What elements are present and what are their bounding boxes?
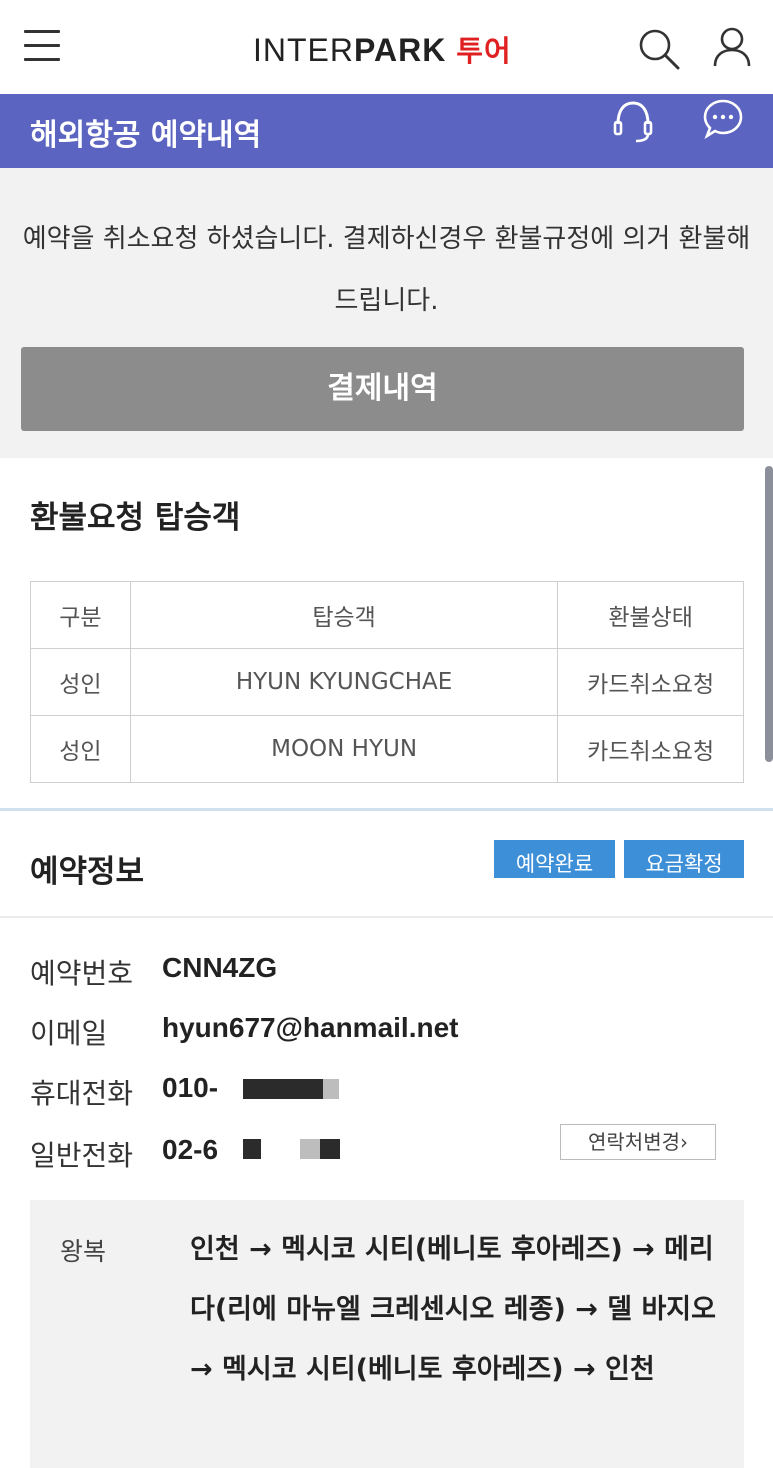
fare-confirmed-badge[interactable]: 요금확정	[624, 840, 744, 878]
mobile-phone-label: 휴대전화	[30, 1077, 134, 1110]
reservation-info-title: 예약정보	[30, 854, 145, 890]
reservation-number-value: CNN4ZG	[162, 952, 278, 983]
table-header-row: 구분 탑승객 환불상태	[30, 581, 744, 649]
logo-text-park: PARK	[354, 32, 447, 68]
section-divider	[0, 916, 773, 918]
refund-passenger-table: 구분 탑승객 환불상태 성인 HYUN KYUNGCHAE 카드취소요청 성인 …	[30, 581, 744, 783]
column-header-passenger: 탑승객	[129, 581, 559, 649]
email-label: 이메일	[30, 1017, 108, 1050]
top-app-bar: INTERPARK 투어	[0, 0, 773, 94]
logo-text-tour: 투어	[456, 34, 512, 68]
search-icon[interactable]	[638, 28, 680, 70]
redacted-block	[243, 1139, 261, 1159]
table-row: 성인 MOON HYUN 카드취소요청	[30, 715, 744, 783]
column-header-type: 구분	[30, 581, 131, 649]
cancel-notice-message: 예약을 취소요청 하셨습니다. 결제하신경우 환불규정에 의거 환불해 드립니다…	[22, 224, 751, 316]
trip-type-label: 왕복	[60, 1237, 107, 1266]
redacted-block	[243, 1079, 323, 1099]
passenger-name: MOON HYUN	[129, 715, 559, 783]
mobile-phone-value: 010-	[162, 1072, 219, 1103]
chevron-right-icon: ›	[680, 1130, 688, 1154]
passenger-type: 성인	[30, 648, 131, 716]
page-header: 해외항공 예약내역	[0, 94, 773, 168]
passenger-type: 성인	[30, 715, 131, 783]
reservation-status-badge: 예약완료	[494, 840, 615, 878]
refund-status: 카드취소요청	[557, 715, 744, 783]
headset-icon[interactable]	[610, 98, 656, 144]
reservation-number-label: 예약번호	[30, 957, 134, 990]
payment-history-button[interactable]: 결제내역	[21, 347, 744, 431]
menu-icon[interactable]	[24, 30, 60, 62]
section-divider	[0, 808, 773, 811]
redacted-block	[323, 1079, 339, 1099]
redacted-block	[300, 1139, 320, 1159]
landline-phone-value: 02-6	[162, 1134, 219, 1165]
column-header-refund-status: 환불상태	[557, 581, 744, 649]
chat-icon[interactable]	[702, 98, 744, 140]
landline-phone-label: 일반전화	[30, 1139, 134, 1172]
table-row: 성인 HYUN KYUNGCHAE 카드취소요청	[30, 648, 744, 716]
redacted-block	[320, 1139, 340, 1159]
refund-passengers-title: 환불요청 탑승객	[30, 500, 241, 536]
itinerary-box: 왕복 인천 → 멕시코 시티(베니토 후아레즈) → 메리다(리에 마뉴엘 크레…	[30, 1200, 744, 1468]
page-title: 해외항공 예약내역	[30, 118, 262, 153]
itinerary-route: 인천 → 멕시코 시티(베니토 후아레즈) → 메리다(리에 마뉴엘 크레센시오…	[190, 1234, 716, 1385]
refund-status: 카드취소요청	[557, 648, 744, 716]
change-contact-button[interactable]: 연락처변경›	[560, 1124, 716, 1160]
email-value: hyun677@hanmail.net	[162, 1012, 459, 1043]
scrollbar-thumb[interactable]	[765, 466, 773, 762]
passenger-name: HYUN KYUNGCHAE	[129, 648, 559, 716]
user-icon[interactable]	[712, 26, 752, 68]
change-contact-label: 연락처변경	[588, 1130, 680, 1154]
logo-text-inter: INTER	[253, 32, 354, 68]
interpark-tour-logo[interactable]: INTERPARK 투어	[253, 28, 512, 68]
cancel-notice-area: 예약을 취소요청 하셨습니다. 결제하신경우 환불규정에 의거 환불해 드립니다…	[0, 168, 773, 458]
